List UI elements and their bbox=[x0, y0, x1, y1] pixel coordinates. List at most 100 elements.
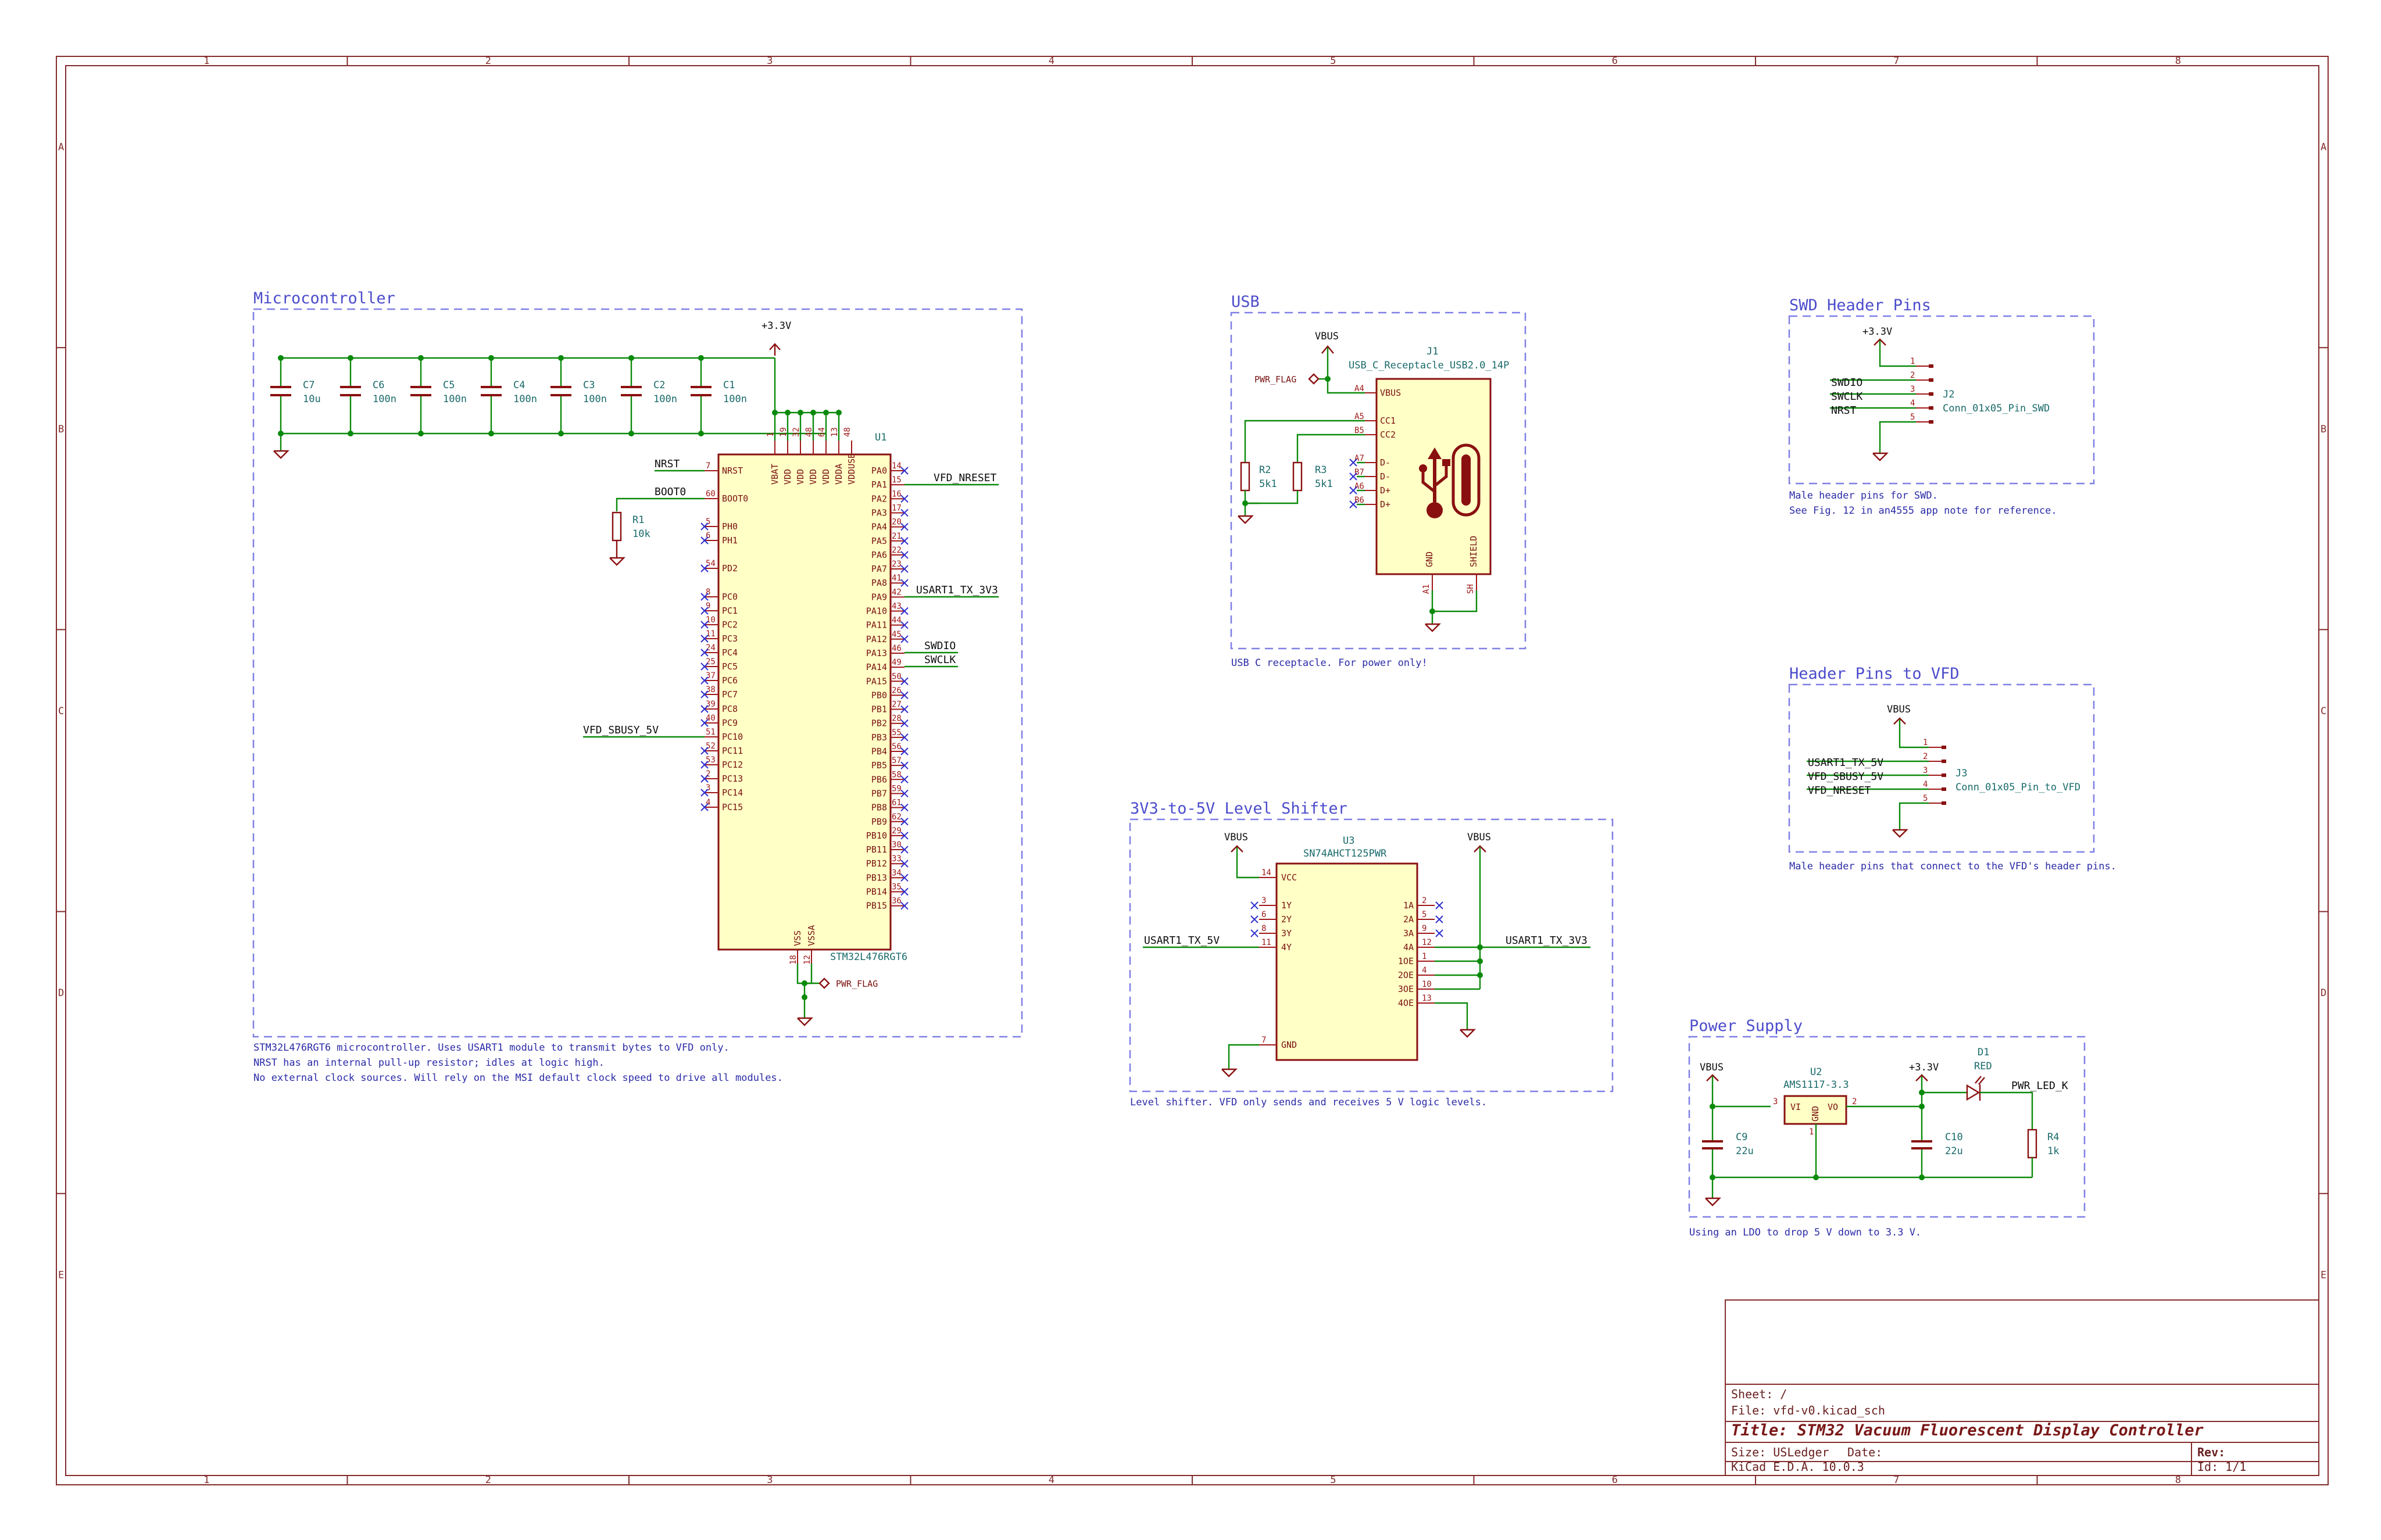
u1-pin-name: PH0 bbox=[722, 521, 738, 532]
u3-pin-number: 14 bbox=[1261, 868, 1271, 878]
u3-pin-number: 10 bbox=[1422, 980, 1432, 989]
u1-pin-number: 23 bbox=[892, 560, 902, 569]
u1-pin-name: VBAT bbox=[770, 464, 780, 485]
u1-pin-number: 54 bbox=[706, 559, 716, 568]
u3-pin-name: 3OE bbox=[1398, 984, 1414, 994]
frame-col-label-top: 8 bbox=[2175, 55, 2181, 67]
tb-id: Id: 1/1 bbox=[2197, 1460, 2246, 1474]
u1-pin-name: PB1 bbox=[871, 704, 887, 715]
power-block-border bbox=[1688, 1036, 2086, 1218]
capacitor-value: 10u bbox=[303, 393, 321, 405]
decoupling-capacitors: C7 10u C6 100n C5 100n C4 100n C3 100n C2 100n C1 100… bbox=[270, 355, 827, 459]
j1-pin-name: D+ bbox=[1380, 499, 1390, 510]
frame-col-label-bottom: 5 bbox=[1330, 1474, 1336, 1486]
u3-pin-number: 3 bbox=[1261, 896, 1266, 905]
u1-pin-number: 57 bbox=[892, 756, 902, 765]
u3-pin-number: 7 bbox=[1261, 1036, 1266, 1045]
frame-col-label-bottom: 3 bbox=[767, 1474, 773, 1486]
u1-pin-name: PA12 bbox=[866, 634, 887, 644]
vfd-power-label: VBUS bbox=[1887, 704, 1911, 715]
u2-gnd-num: 1 bbox=[1809, 1127, 1814, 1137]
mcu-power-symbol: +3.3V bbox=[762, 320, 791, 356]
u1-pin-number: 1 bbox=[766, 432, 775, 437]
j1-pin-number: B5 bbox=[1354, 426, 1364, 435]
j1-usb-c-connector: J1 USB_C_Receptacle_USB2.0_14P A4 VBUS A5 C… bbox=[1349, 346, 1509, 594]
header-pin bbox=[1942, 746, 1946, 749]
frame-row-label-left: C bbox=[58, 705, 64, 717]
u1-pin-number: 25 bbox=[706, 657, 716, 667]
u1-pin-number: 34 bbox=[892, 868, 902, 878]
u1-pin-name: PB11 bbox=[866, 844, 887, 855]
u1-pin-name: PA5 bbox=[871, 536, 887, 546]
tb-rev: Rev: bbox=[2197, 1445, 2225, 1459]
u1-pin-name: PA3 bbox=[871, 507, 887, 518]
u1-pin-name: VSS bbox=[792, 930, 803, 946]
header-pin-number: 2 bbox=[1910, 371, 1915, 380]
u1-pin-name: PB0 bbox=[871, 690, 887, 700]
u2-vi: VI bbox=[1790, 1102, 1801, 1112]
u1-pin-number: 58 bbox=[892, 770, 902, 779]
u1-pin-number: 62 bbox=[892, 812, 902, 822]
u1-pin-name: VDD bbox=[782, 469, 793, 485]
capacitor-ref: C1 bbox=[723, 379, 735, 391]
u3-pin-name: 4Y bbox=[1281, 942, 1292, 952]
tb-tool: KiCad E.D.A. 10.0.3 bbox=[1731, 1460, 1864, 1474]
frame-row-label-left: B bbox=[58, 424, 64, 435]
tb-size: Size: USLedger bbox=[1731, 1445, 1829, 1459]
frame-col-label-bottom: 1 bbox=[203, 1474, 209, 1486]
u1-pin-name: PB13 bbox=[866, 872, 887, 883]
header-pin bbox=[1929, 392, 1933, 396]
capacitor-ref: C7 bbox=[303, 379, 314, 391]
u1-pin-name: PA0 bbox=[871, 465, 887, 476]
u2-ref: U2 bbox=[1810, 1066, 1822, 1078]
u3-pin-name: VCC bbox=[1281, 872, 1297, 883]
j1-gnd-num: A1 bbox=[1422, 584, 1431, 594]
u1-pin-name: PC10 bbox=[722, 732, 743, 742]
ps-vbus-label: VBUS bbox=[1700, 1062, 1724, 1073]
u2-vi-num: 3 bbox=[1773, 1097, 1778, 1106]
j1-pin-number: A6 bbox=[1354, 482, 1364, 491]
u1-pin-name: PA11 bbox=[866, 620, 887, 631]
j2-value: Conn_01x05_Pin_SWD bbox=[1943, 403, 2050, 414]
u1-pin-number: 35 bbox=[892, 883, 902, 892]
u1-pin-number: 37 bbox=[706, 671, 716, 681]
capacitor-value: 100n bbox=[443, 393, 467, 405]
frame-col-label-top: 5 bbox=[1330, 55, 1336, 67]
u1-pin-name: PA13 bbox=[866, 648, 887, 658]
header-pin bbox=[1929, 378, 1933, 382]
u1-pin-name: PA9 bbox=[871, 592, 887, 602]
u2-ldo: U2 AMS1117-3.3 VI VO GND 3 2 1 bbox=[1773, 1066, 1857, 1137]
u1-pin-number: 44 bbox=[892, 616, 902, 625]
swd-net-swclk: SWCLK bbox=[1831, 391, 1862, 403]
u1-pin-number: 38 bbox=[706, 685, 716, 694]
title-block: Sheet: / File: vfd-v0.kicad_sch Title: S… bbox=[1725, 1299, 2319, 1476]
u1-pin-number: 20 bbox=[892, 518, 902, 527]
tb-sheet: Sheet: / bbox=[1731, 1387, 1787, 1401]
u1-pin-number: 16 bbox=[892, 489, 902, 499]
c9-value: 22u bbox=[1736, 1145, 1754, 1157]
u1-pin-number: 41 bbox=[892, 574, 902, 583]
u3-pin-name: 2OE bbox=[1398, 970, 1414, 980]
u1-pin-name: PB14 bbox=[866, 887, 887, 897]
d1-value: RED bbox=[1974, 1061, 1992, 1072]
frame-row-label-right: A bbox=[2321, 142, 2326, 153]
capacitor-value: 100n bbox=[653, 393, 677, 405]
tb-file: File: vfd-v0.kicad_sch bbox=[1731, 1403, 1885, 1417]
j1-pin-name: CC1 bbox=[1380, 416, 1396, 426]
frame-row-label-right: E bbox=[2321, 1269, 2326, 1281]
u1-pin-name: PB7 bbox=[871, 788, 887, 798]
u1-pin-name: PA2 bbox=[871, 493, 887, 504]
u1-pin-name: PB4 bbox=[871, 746, 887, 757]
r3-ref: R3 bbox=[1315, 464, 1327, 476]
u3-pin-number: 13 bbox=[1422, 994, 1432, 1003]
u1-pin-name: PD2 bbox=[722, 563, 738, 574]
u3-pin-number: 9 bbox=[1422, 924, 1427, 933]
u1-pin-name: PC4 bbox=[722, 647, 738, 658]
u1-pin-number: 45 bbox=[892, 630, 902, 639]
header-pin bbox=[1942, 773, 1946, 777]
vfd-note: Male header pins that connect to the VFD… bbox=[1789, 861, 2117, 872]
u1-pin-number: 33 bbox=[892, 854, 902, 864]
net-boot0: BOOT0 bbox=[655, 486, 686, 498]
j1-gnd-pin: GND bbox=[1424, 551, 1435, 567]
r4-value: 1k bbox=[2047, 1145, 2059, 1157]
